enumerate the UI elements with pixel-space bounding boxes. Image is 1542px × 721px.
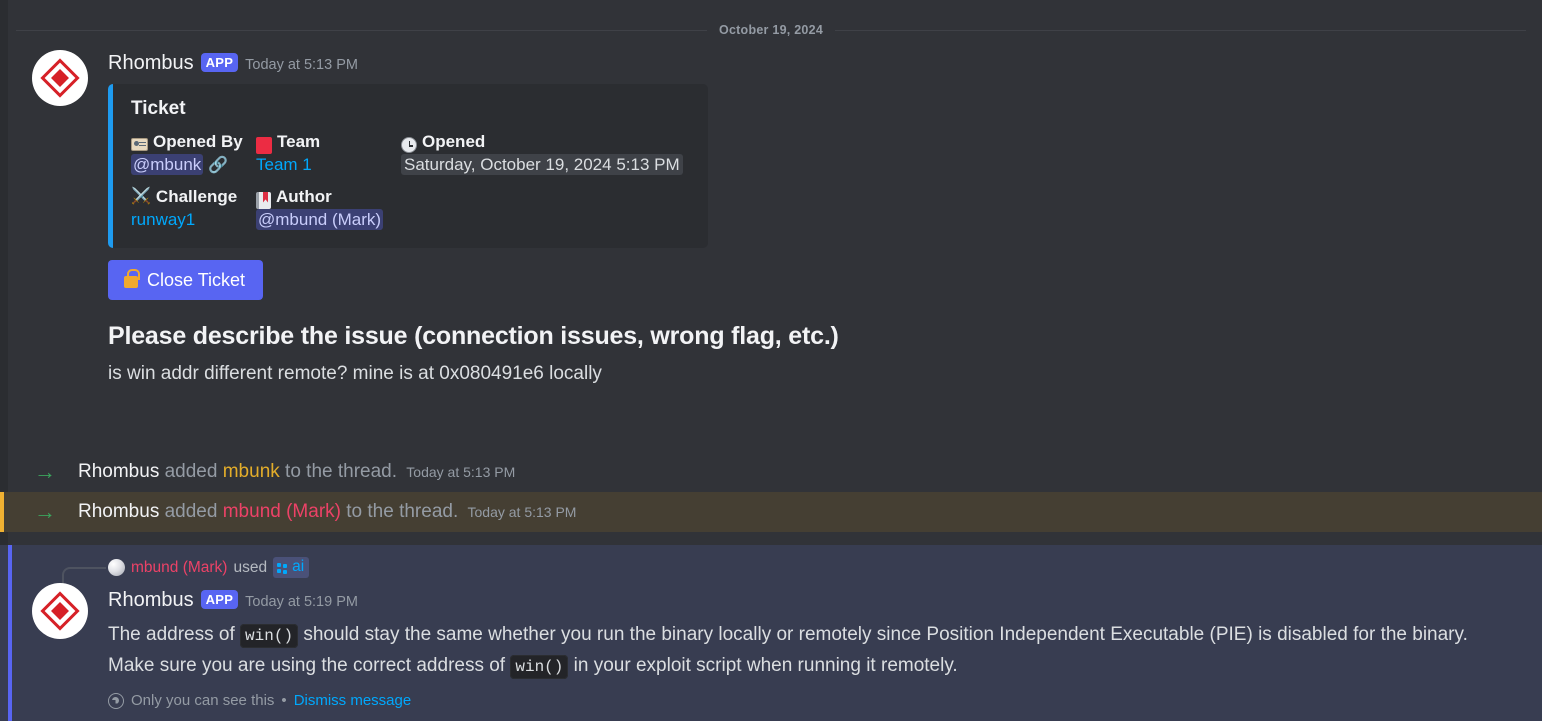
system-tail: to the thread. (285, 461, 398, 482)
ephemeral-separator: • (281, 692, 287, 709)
embed-field-opened-by: Opened By @mbunk 🔗 (131, 132, 256, 175)
system-message-text: Rhombus added mbund (Mark) to the thread… (60, 501, 1542, 523)
message-timestamp: Today at 5:19 PM (245, 594, 358, 610)
ephemeral-text-part-1: The address of (108, 624, 241, 645)
embed-action-row: Close Ticket (108, 260, 1522, 300)
embed-field-name-text: Opened By (153, 132, 243, 151)
close-ticket-button-label: Close Ticket (147, 270, 246, 290)
divider-rule-left (16, 29, 707, 31)
message-author[interactable]: Rhombus (108, 50, 194, 76)
message-bot-ticket: Rhombus APP Today at 5:13 PM Ticket Open… (0, 50, 1542, 385)
ephemeral-text-part-3: in your exploit script when running it r… (568, 655, 958, 676)
embed-field-value: Saturday, October 19, 2024 5:13 PM (401, 154, 692, 175)
lock-icon (124, 269, 140, 288)
clock-icon (401, 137, 417, 153)
opened-timestamp-chip: Saturday, October 19, 2024 5:13 PM (401, 154, 683, 175)
system-tail: to the thread. (346, 501, 459, 522)
command-invoker-name[interactable]: mbund (Mark) (131, 559, 227, 577)
close-ticket-button[interactable]: Close Ticket (108, 260, 264, 300)
system-target[interactable]: mbunk (223, 461, 280, 482)
system-actor[interactable]: Rhombus (78, 501, 159, 522)
embed-field-author: Author @mbund (Mark) (256, 187, 401, 230)
embed-field-name-text: Team (277, 132, 321, 151)
mention-mbunk[interactable]: @mbunk (131, 154, 204, 175)
date-divider-label: October 19, 2024 (718, 23, 824, 37)
system-message-added-mbund: → Rhombus added mbund (Mark) to the thre… (0, 492, 1542, 532)
embed-field-value: runway1 (131, 210, 256, 230)
embed-field-name: ⚔️ Challenge (131, 187, 256, 207)
mention-highlight-bar (0, 492, 4, 532)
system-verb: added (164, 501, 218, 522)
message-header: Rhombus APP Today at 5:19 PM (108, 587, 1502, 613)
embed-field-team: Team Team 1 (256, 132, 401, 175)
embed-field-opened: Opened Saturday, October 19, 2024 5:13 P… (401, 132, 692, 175)
command-invocation-row: mbund (Mark) used ai (108, 557, 310, 578)
chat-view: October 19, 2024 Rhombus APP Today at 5:… (0, 0, 1542, 721)
message-header: Rhombus APP Today at 5:13 PM (108, 50, 1522, 76)
embed-title: Ticket (131, 98, 186, 119)
ephemeral-body: Rhombus APP Today at 5:19 PM The address… (108, 587, 1502, 709)
embed-field-name: Opened By (131, 132, 256, 152)
system-target[interactable]: mbund (Mark) (223, 501, 341, 522)
avatar[interactable] (32, 50, 88, 106)
date-divider: October 19, 2024 (16, 20, 1526, 40)
slash-command-name: ai (292, 558, 305, 575)
arrow-right-icon: → (34, 499, 56, 524)
embed-field-name-text: Author (276, 187, 332, 206)
embed-field-name: Opened (401, 132, 692, 153)
system-actor[interactable]: Rhombus (78, 461, 159, 482)
embed-field-value: @mbunk 🔗 (131, 154, 256, 175)
message-author[interactable]: Rhombus (108, 587, 194, 613)
rhombus-logo-icon (40, 58, 80, 98)
system-message-text: Rhombus added mbunk to the thread. Today… (60, 461, 1542, 483)
system-verb: added (164, 461, 218, 482)
ephemeral-accent-bar (8, 545, 12, 721)
app-badge: APP (200, 53, 239, 72)
rhombus-logo-icon (40, 591, 80, 631)
prompt-heading: Please describe the issue (connection is… (108, 322, 839, 350)
embed-field-name: Team (256, 132, 401, 154)
divider-rule-right (835, 29, 1526, 31)
team-link[interactable]: Team 1 (256, 155, 312, 174)
challenge-link[interactable]: runway1 (131, 210, 195, 229)
inline-code-win-2: win() (510, 655, 569, 679)
mini-avatar (108, 559, 125, 576)
app-badge: APP (200, 590, 239, 609)
ephemeral-footer: Only you can see this • Dismiss message (108, 692, 1502, 709)
embed-field-name-text: Opened (422, 132, 486, 151)
eye-icon (108, 692, 124, 709)
system-message-added-mbunk: → Rhombus added mbunk to the thread. Tod… (0, 452, 1542, 492)
embed-field-value: @mbund (Mark) (256, 209, 401, 230)
message-body: Rhombus APP Today at 5:13 PM Ticket Open… (108, 50, 1542, 385)
notebook-icon (256, 191, 271, 209)
arrow-right-icon: → (34, 459, 56, 484)
embed-fields: Opened By @mbunk 🔗 Team Team 1 Opened Sa… (131, 132, 692, 230)
ephemeral-message: mbund (Mark) used ai Rhombus APP Today a… (0, 545, 1542, 721)
message-timestamp: Today at 5:13 PM (245, 57, 358, 73)
embed-field-name-text: Challenge (155, 187, 238, 206)
red-square-icon (256, 136, 272, 154)
ephemeral-text: The address of win() should stay the sam… (108, 620, 1502, 682)
id-card-icon (131, 137, 148, 151)
command-used-verb: used (233, 558, 268, 576)
link-icon: 🔗 (208, 157, 228, 174)
embed-field-name: Author (256, 187, 401, 209)
embed-field-spacer (401, 187, 692, 230)
embed-field-challenge: ⚔️ Challenge runway1 (131, 187, 256, 230)
slash-command-chip[interactable]: ai (273, 557, 310, 578)
system-timestamp: Today at 5:13 PM (467, 504, 577, 520)
dismiss-message-link[interactable]: Dismiss message (294, 692, 412, 709)
prompt-body: is win addr different remote? mine is at… (108, 363, 602, 384)
ticket-embed: Ticket Opened By @mbunk 🔗 Team Team 1 Op… (108, 84, 708, 248)
avatar[interactable] (32, 583, 88, 639)
system-timestamp: Today at 5:13 PM (406, 464, 516, 480)
crossed-swords-icon: ⚔️ (131, 188, 151, 205)
ephemeral-visibility-note: Only you can see this (131, 692, 275, 709)
inline-code-win-1: win() (240, 624, 299, 648)
embed-field-value: Team 1 (256, 155, 401, 175)
mention-mbund[interactable]: @mbund (Mark) (256, 209, 384, 230)
command-grid-icon (277, 562, 288, 574)
